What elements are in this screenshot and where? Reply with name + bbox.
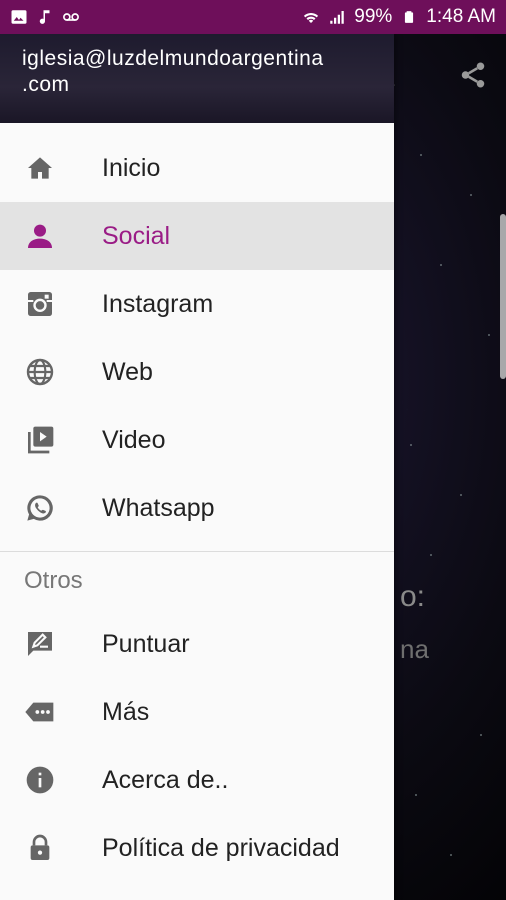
menu-item-label: Puntuar (102, 629, 190, 658)
menu-item-video[interactable]: Video (0, 406, 394, 474)
other-menu: Puntuar Más Acerca de.. Política de priv… (0, 610, 394, 882)
image-icon (10, 8, 28, 26)
menu-item-label: Más (102, 697, 150, 726)
info-icon (0, 764, 102, 796)
signal-icon (328, 8, 346, 26)
globe-icon (0, 356, 102, 388)
menu-item-whatsapp[interactable]: Whatsapp (0, 474, 394, 542)
navigation-drawer: iglesia@luzdelmundoargentina .com Inicio… (0, 34, 394, 900)
status-bar: 99% 1:48 AM (0, 0, 506, 34)
clock: 1:48 AM (426, 6, 496, 27)
voicemail-icon (62, 8, 80, 26)
menu-item-label: Inicio (102, 153, 161, 182)
status-bar-left (10, 8, 80, 26)
drawer-email-line-2: .com (22, 73, 70, 96)
menu-item-acerca[interactable]: Acerca de.. (0, 746, 394, 814)
menu-item-label: Acerca de.. (102, 765, 229, 794)
menu-item-label: Política de privacidad (102, 833, 340, 862)
moon-icon (396, 379, 436, 419)
menu-item-inicio[interactable]: Inicio (0, 134, 394, 202)
background-heading-fragment: o: (400, 580, 426, 613)
video-library-icon (0, 424, 102, 456)
menu-item-instagram[interactable]: Instagram (0, 270, 394, 338)
menu-item-mas[interactable]: Más (0, 678, 394, 746)
more-tag-icon (0, 696, 102, 728)
person-icon (0, 220, 102, 252)
menu-item-puntuar[interactable]: Puntuar (0, 610, 394, 678)
menu-item-label: Instagram (102, 289, 214, 318)
background-text-fragment: na (400, 634, 429, 664)
music-note-icon (36, 8, 54, 26)
menu-item-web[interactable]: Web (0, 338, 394, 406)
instagram-icon (0, 288, 102, 320)
drawer-email-line-1: iglesia@luzdelmundoargentina (22, 47, 324, 70)
menu-item-label: Web (102, 357, 153, 386)
scroll-handle[interactable] (500, 214, 506, 379)
main-menu: Inicio Social Instagram Web Video Whatsa… (0, 123, 394, 542)
section-title-otros: Otros (24, 567, 83, 594)
home-icon (0, 152, 102, 184)
menu-item-privacidad[interactable]: Política de privacidad (0, 814, 394, 882)
battery-icon (400, 8, 418, 26)
rate-review-icon (0, 628, 102, 660)
drawer-header: iglesia@luzdelmundoargentina .com (0, 34, 394, 123)
menu-item-label: Whatsapp (102, 493, 215, 522)
whatsapp-icon (0, 492, 102, 524)
menu-item-social[interactable]: Social (0, 202, 394, 270)
menu-item-label: Video (102, 425, 166, 454)
status-bar-right: 99% 1:48 AM (302, 6, 496, 28)
wifi-icon (302, 8, 320, 26)
battery-percent: 99% (354, 6, 393, 27)
lock-icon (0, 832, 102, 864)
share-icon[interactable] (458, 60, 488, 90)
menu-item-label: Social (102, 221, 171, 250)
